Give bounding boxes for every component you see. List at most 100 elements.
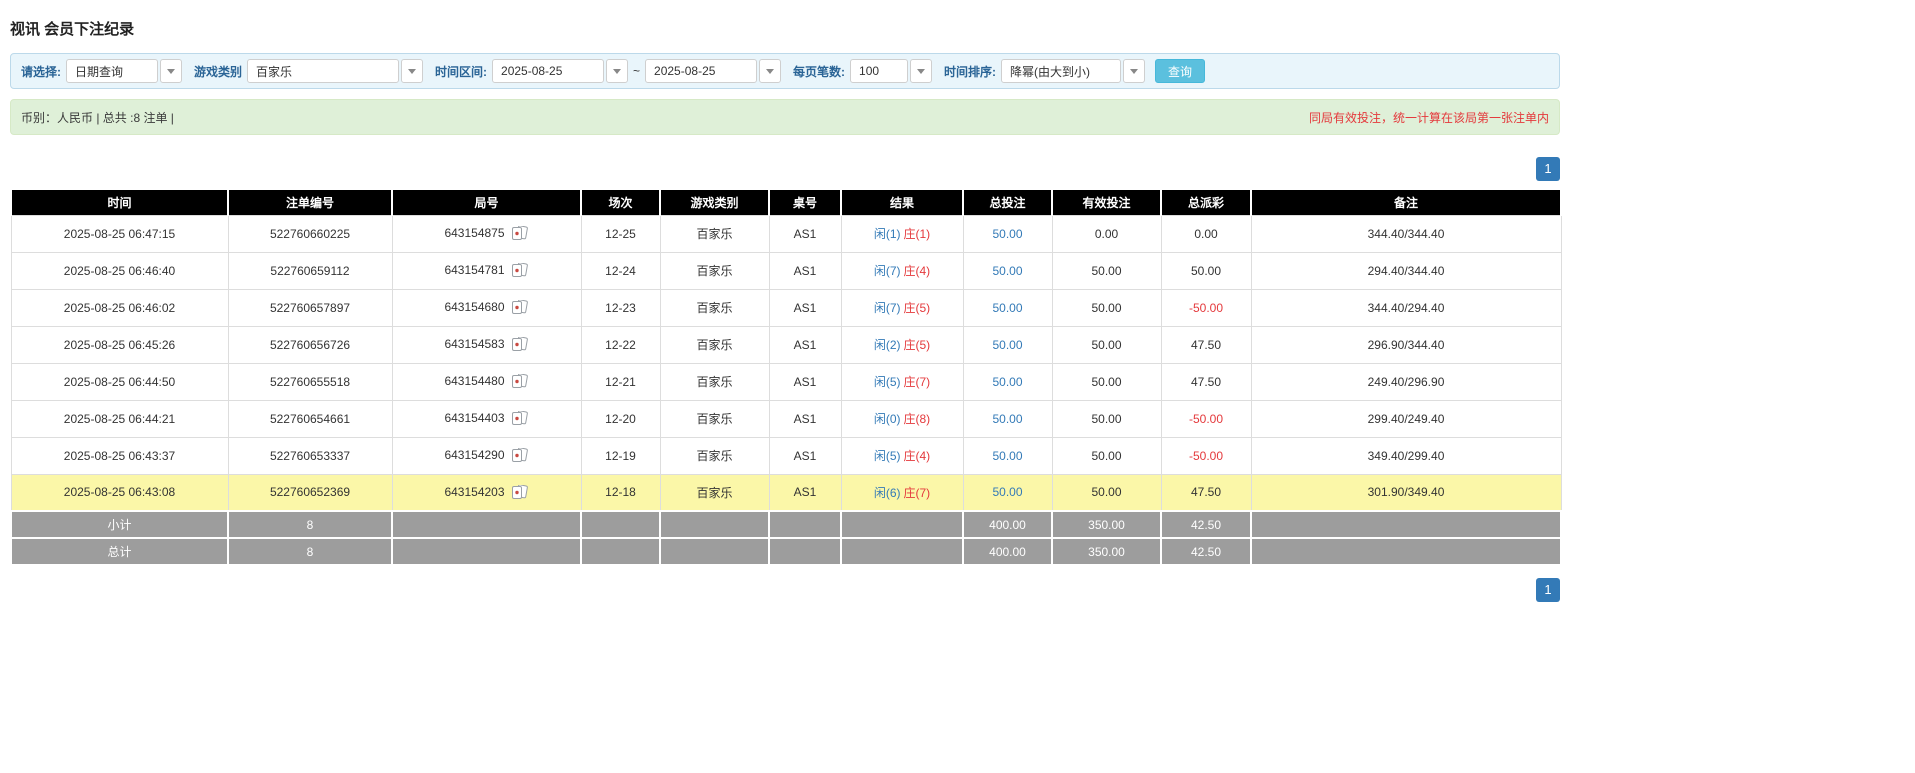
cell-bet-id: 522760659112 [228, 252, 392, 289]
filter-bar: 请选择: 日期查询 游戏类别 百家乐 时间区间: 2025-08-25 ~ 20… [10, 53, 1560, 89]
page-button-1[interactable]: 1 [1536, 157, 1560, 181]
footer-cell-result [841, 511, 963, 538]
column-header-table-no: 桌号 [769, 190, 841, 215]
total-bet-link[interactable]: 50.00 [992, 338, 1022, 352]
column-header-payout: 总派彩 [1161, 190, 1251, 215]
cell-table-no: AS1 [769, 326, 841, 363]
cell-time: 2025-08-25 06:46:02 [11, 289, 228, 326]
date-to-input[interactable]: 2025-08-25 [645, 59, 757, 83]
cell-remark: 301.90/349.40 [1251, 474, 1561, 511]
total-bet-link[interactable]: 50.00 [992, 412, 1022, 426]
cell-game-type: 百家乐 [660, 363, 769, 400]
cell-remark: 296.90/344.40 [1251, 326, 1561, 363]
pagination-top: 1 [10, 157, 1560, 181]
cards-icon[interactable] [511, 300, 529, 315]
cell-valid-bet: 50.00 [1052, 437, 1161, 474]
table-footer: 小计8400.00350.0042.50总计8400.00350.0042.50 [11, 511, 1561, 565]
cell-valid-bet: 50.00 [1052, 363, 1161, 400]
cell-bet-id: 522760653337 [228, 437, 392, 474]
table-header-row: 时间注单编号局号场次游戏类别桌号结果总投注有效投注总派彩备注 [11, 190, 1561, 215]
chevron-down-icon[interactable] [759, 59, 781, 83]
cell-time: 2025-08-25 06:47:15 [11, 215, 228, 252]
search-button[interactable]: 查询 [1155, 59, 1205, 83]
cards-icon[interactable] [511, 485, 529, 500]
cards-icon[interactable] [511, 337, 529, 352]
chevron-down-icon[interactable] [910, 59, 932, 83]
total-bet-link[interactable]: 50.00 [992, 301, 1022, 315]
table-row: 2025-08-25 06:46:02522760657897643154680… [11, 289, 1561, 326]
game-type-select: 百家乐 [247, 59, 423, 83]
summary-bar: 币别：人民币 | 总共 :8 注单 | 同局有效投注，统一计算在该局第一张注单内 [10, 99, 1560, 135]
chevron-down-icon[interactable] [606, 59, 628, 83]
cell-payout: -50.00 [1161, 400, 1251, 437]
chevron-down-icon[interactable] [1123, 59, 1145, 83]
cell-table-no: AS1 [769, 363, 841, 400]
page-size-input[interactable]: 100 [850, 59, 908, 83]
column-header-result: 结果 [841, 190, 963, 215]
cards-icon[interactable] [511, 226, 529, 241]
column-header-round: 局号 [392, 190, 581, 215]
cell-result: 闲(7)庄(4) [841, 252, 963, 289]
cell-payout: -50.00 [1161, 437, 1251, 474]
cell-bet-id: 522760660225 [228, 215, 392, 252]
round-number: 643154480 [444, 374, 504, 388]
cell-total-bet: 50.00 [963, 363, 1052, 400]
total-bet-link[interactable]: 50.00 [992, 449, 1022, 463]
cell-payout: 47.50 [1161, 363, 1251, 400]
footer-row: 小计8400.00350.0042.50 [11, 511, 1561, 538]
result-banker: 庄(7) [904, 375, 931, 389]
page-title: 视讯 会员下注纪录 [10, 18, 1560, 39]
cell-session: 12-24 [581, 252, 660, 289]
game-type-input[interactable]: 百家乐 [247, 59, 399, 83]
footer-cell-time: 小计 [11, 511, 228, 538]
cell-game-type: 百家乐 [660, 326, 769, 363]
total-bet-link[interactable]: 50.00 [992, 227, 1022, 241]
cards-icon[interactable] [511, 448, 529, 463]
total-bet-link[interactable]: 50.00 [992, 485, 1022, 499]
footer-cell-game-type [660, 511, 769, 538]
footer-cell-bet-id: 8 [228, 511, 392, 538]
cards-icon[interactable] [511, 374, 529, 389]
round-number: 643154875 [444, 226, 504, 240]
table-row: 2025-08-25 06:46:40522760659112643154781… [11, 252, 1561, 289]
cell-table-no: AS1 [769, 437, 841, 474]
cards-icon[interactable] [511, 411, 529, 426]
date-from-input[interactable]: 2025-08-25 [492, 59, 604, 83]
cell-valid-bet: 50.00 [1052, 252, 1161, 289]
footer-cell-payout: 42.50 [1161, 511, 1251, 538]
total-bet-link[interactable]: 50.00 [992, 375, 1022, 389]
result-banker: 庄(5) [904, 338, 931, 352]
footer-cell-valid-bet: 350.00 [1052, 511, 1161, 538]
chevron-down-icon[interactable] [160, 59, 182, 83]
cell-valid-bet: 50.00 [1052, 400, 1161, 437]
footer-cell-remark [1251, 511, 1561, 538]
footer-cell-session [581, 538, 660, 565]
chevron-down-icon[interactable] [401, 59, 423, 83]
footer-cell-total-bet: 400.00 [963, 538, 1052, 565]
cell-round: 643154480 [392, 363, 581, 400]
table-body: 2025-08-25 06:47:15522760660225 643154875… [11, 215, 1561, 511]
cell-payout: 0.00 [1161, 215, 1251, 252]
sort-input[interactable]: 降幂(由大到小) [1001, 59, 1121, 83]
cell-round: 643154680 [392, 289, 581, 326]
cell-result: 闲(5)庄(4) [841, 437, 963, 474]
page-size-label: 每页笔数: [793, 63, 845, 80]
cell-total-bet: 50.00 [963, 252, 1052, 289]
total-bet-link[interactable]: 50.00 [992, 264, 1022, 278]
cell-table-no: AS1 [769, 400, 841, 437]
cell-valid-bet: 50.00 [1052, 474, 1161, 511]
footer-cell-session [581, 511, 660, 538]
summary-left-text: 币别：人民币 | 总共 :8 注单 | [21, 109, 174, 126]
cell-valid-bet: 50.00 [1052, 326, 1161, 363]
cell-game-type: 百家乐 [660, 437, 769, 474]
round-number: 643154203 [444, 485, 504, 499]
page-button-1[interactable]: 1 [1536, 578, 1560, 602]
cell-time: 2025-08-25 06:44:21 [11, 400, 228, 437]
date-to-select: 2025-08-25 [645, 59, 781, 83]
cards-icon[interactable] [511, 263, 529, 278]
cell-remark: 299.40/249.40 [1251, 400, 1561, 437]
cell-total-bet: 50.00 [963, 437, 1052, 474]
cell-total-bet: 50.00 [963, 289, 1052, 326]
query-type-input[interactable]: 日期查询 [66, 59, 158, 83]
result-player: 闲(1) [874, 227, 901, 241]
